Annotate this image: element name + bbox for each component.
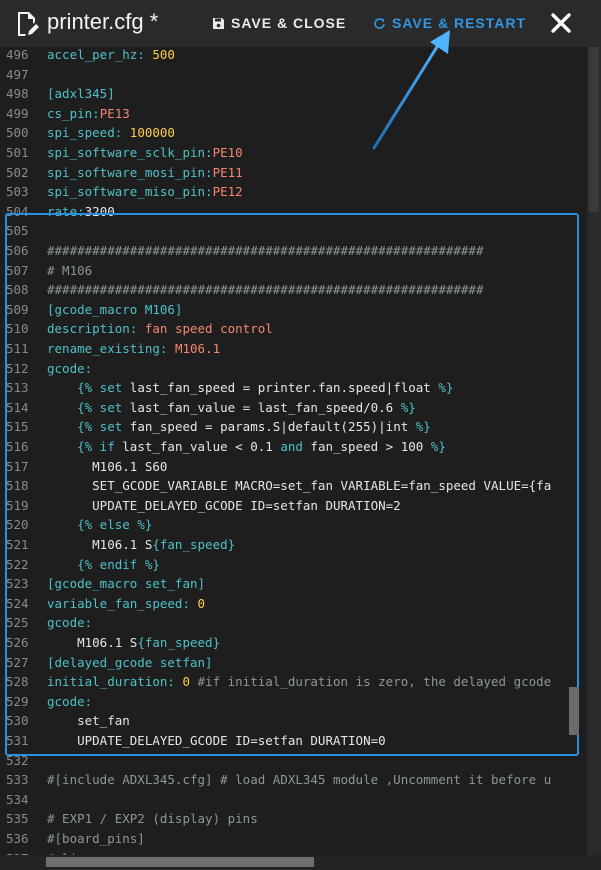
line-code: cs_pin:PE13 xyxy=(47,104,130,124)
code-token: spi_software_mosi_pin: xyxy=(47,164,213,180)
code-token: 100000 xyxy=(122,125,175,141)
line-number: 536 xyxy=(6,831,29,846)
line-code: spi_software_sclk_pin:PE10 xyxy=(47,143,243,163)
line-code: #[board_pins] xyxy=(47,829,145,849)
line-number: 499 xyxy=(6,105,29,121)
line-number: 501 xyxy=(6,145,29,160)
code-line[interactable]: 496 accel_per_hz: 500 xyxy=(0,47,587,65)
line-code: accel_per_hz: 500 xyxy=(47,47,175,65)
line-number: 500 xyxy=(6,125,29,141)
highlight-annotation-box xyxy=(5,213,579,756)
line-number: 535 xyxy=(6,811,29,827)
line-code: spi_software_mosi_pin:PE11 xyxy=(47,163,243,183)
horizontal-scroll-thumb[interactable] xyxy=(46,857,314,867)
code-line[interactable]: 499 cs_pin:PE13 xyxy=(0,104,587,124)
code-line[interactable]: 498 [adxl345] xyxy=(0,84,587,104)
line-code: # EXP1 / EXP2 (display) pins xyxy=(47,809,258,829)
code-token: accel_per_hz: xyxy=(47,47,145,62)
code-token: # EXP1 / EXP2 (display) pins xyxy=(47,811,258,827)
vertical-scroll-track-shade xyxy=(589,47,599,212)
code-line[interactable]: 534 xyxy=(0,790,587,810)
code-line[interactable]: 536 #[board_pins] xyxy=(0,829,587,849)
line-number: 497 xyxy=(6,66,29,82)
code-line[interactable]: 497 xyxy=(0,65,587,85)
line-number: 534 xyxy=(6,791,29,807)
code-token: PE13 xyxy=(99,105,130,121)
code-token: [adxl345] xyxy=(47,86,115,102)
save-close-label: SAVE & CLOSE xyxy=(231,15,347,31)
line-code: spi_software_miso_pin:PE12 xyxy=(47,182,243,202)
line-code: spi_speed: 100000 xyxy=(47,123,175,143)
code-token: spi_speed: xyxy=(47,125,123,141)
vertical-scroll-thumb[interactable] xyxy=(569,687,579,735)
line-number: 503 xyxy=(6,184,29,200)
file-title: printer.cfg * xyxy=(47,9,159,34)
file-edit-icon xyxy=(18,12,39,36)
line-number: 498 xyxy=(6,86,29,102)
code-token: 500 xyxy=(144,47,175,62)
vertical-scrollbar[interactable] xyxy=(569,47,601,855)
code-token: PE12 xyxy=(212,184,243,200)
code-token: PE10 xyxy=(212,145,243,160)
code-token: cs_pin: xyxy=(47,105,100,121)
line-number: 496 xyxy=(6,47,29,62)
editor-header: printer.cfg * SAVE & CLOSE SAVE & RESTAR… xyxy=(0,0,601,48)
line-code: #[include ADXL345.cfg] # load ADXL345 mo… xyxy=(47,770,551,790)
save-close-button[interactable]: SAVE & CLOSE xyxy=(212,15,346,31)
line-code: [adxl345] xyxy=(47,84,115,104)
save-icon xyxy=(213,18,224,29)
code-line[interactable]: 501 spi_software_sclk_pin:PE10 xyxy=(0,143,587,163)
code-line[interactable]: 500 spi_speed: 100000 xyxy=(0,123,587,143)
code-line[interactable]: 535 # EXP1 / EXP2 (display) pins xyxy=(0,809,587,829)
line-number: 502 xyxy=(6,164,29,180)
code-token: spi_software_sclk_pin: xyxy=(47,145,213,160)
code-line[interactable]: 502 spi_software_mosi_pin:PE11 xyxy=(0,163,587,183)
close-icon[interactable] xyxy=(550,12,572,34)
arrow-annotation xyxy=(372,30,450,150)
code-line[interactable]: 503 spi_software_miso_pin:PE12 xyxy=(0,182,587,202)
horizontal-scrollbar[interactable] xyxy=(0,855,601,870)
line-number: 533 xyxy=(6,772,29,788)
code-line[interactable]: 533 #[include ADXL345.cfg] # load ADXL345… xyxy=(0,770,587,790)
code-token: spi_software_miso_pin: xyxy=(47,184,213,200)
code-token: PE11 xyxy=(212,164,243,180)
code-token: #[board_pins] xyxy=(47,831,145,846)
code-token: #[include ADXL345.cfg] # load ADXL345 mo… xyxy=(47,772,552,788)
